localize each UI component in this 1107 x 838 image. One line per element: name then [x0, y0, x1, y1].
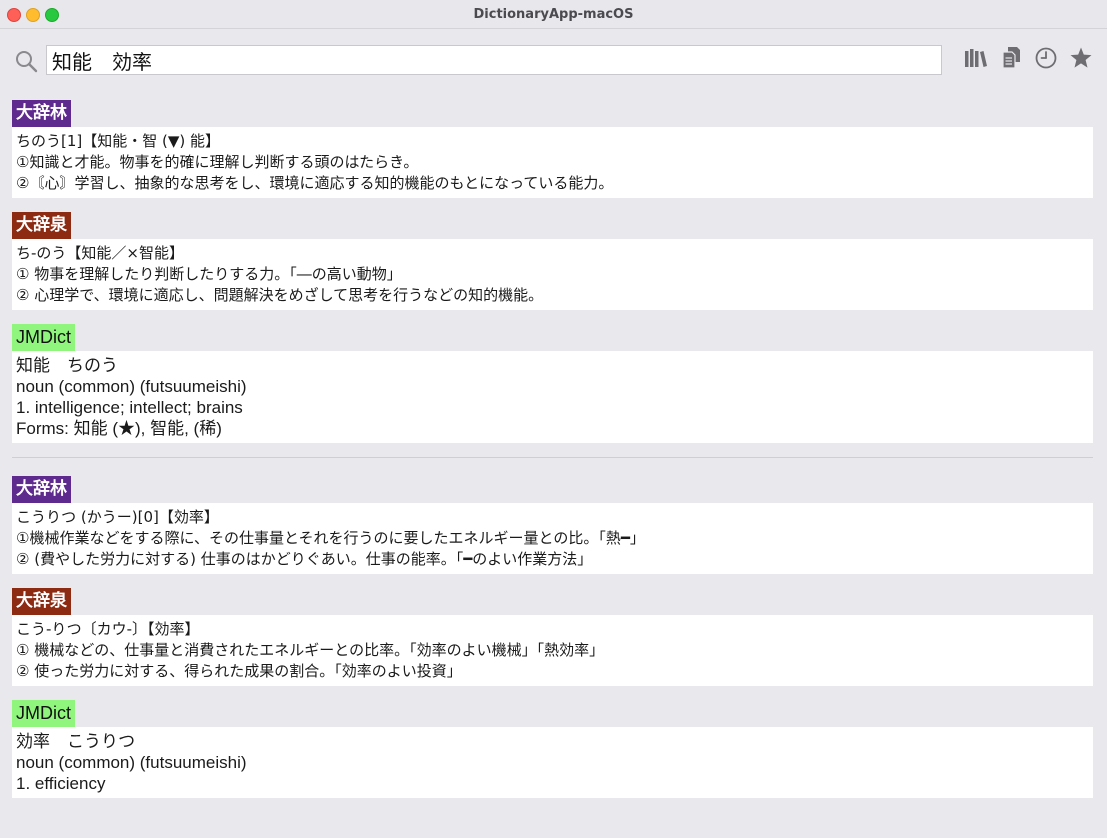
entry-definition: ②〘心〙学習し、抽象的な思考をし、環境に適応する知的機能のもとになっている能力。: [16, 174, 614, 192]
source-badge: 大辞林: [12, 476, 71, 503]
entry-definition: ①知識と才能。物事を的確に理解し判断する頭のはたらき。: [16, 153, 419, 171]
dictionary-entry: 大辞泉 こう-りつ〔カウ-〕【効率】 ① 機械などの、仕事量と消費されたエネルギ…: [12, 588, 1093, 686]
entry-headword: 効率 こうりつ: [16, 732, 136, 751]
copy-button[interactable]: [998, 47, 1023, 73]
entry-headword: 知能 ちのう: [16, 356, 118, 375]
entry-headword: こう-りつ〔カウ-〕【効率】: [16, 620, 200, 638]
entry-headword: ちのう[1]【知能・智 (▼) 能】: [16, 132, 221, 150]
dictionary-entry: JMDict 知能 ちのう noun (common) (futsuumeish…: [12, 324, 1093, 443]
search-bar: [12, 44, 1095, 78]
entry-part-of-speech: noun (common) (futsuumeishi): [16, 753, 247, 772]
entry-body: ち-のう【知能／×智能】 ① 物事を理解したり判断したりする力。「―の高い動物」…: [12, 239, 1093, 310]
favorites-button[interactable]: [1068, 47, 1093, 73]
entry-body: 知能 ちのう noun (common) (futsuumeishi) 1. i…: [12, 351, 1093, 443]
library-icon: [964, 47, 988, 73]
entry-definition: 1. intelligence; intellect; brains: [16, 398, 243, 417]
group-divider: [12, 457, 1093, 458]
dictionary-entry: 大辞林 ちのう[1]【知能・智 (▼) 能】 ①知識と才能。物事を的確に理解し判…: [12, 100, 1093, 198]
entry-definition: ② 使った労力に対する、得られた成果の割合。「効率のよい投資」: [16, 662, 462, 680]
entry-definition: ② (費やした労力に対する) 仕事のはかどりぐあい。仕事の能率。「━のよい作業方…: [16, 550, 593, 568]
results-list: 大辞林 ちのう[1]【知能・智 (▼) 能】 ①知識と才能。物事を的確に理解し判…: [12, 100, 1093, 812]
source-badge: JMDict: [12, 700, 75, 727]
entry-body: ちのう[1]【知能・智 (▼) 能】 ①知識と才能。物事を的確に理解し判断する頭…: [12, 127, 1093, 198]
search-icon: [14, 49, 38, 73]
entry-definition: ①機械作業などをする際に、その仕事量とそれを行うのに要したエネルギー量との比。「…: [16, 529, 645, 547]
search-input[interactable]: [46, 45, 942, 75]
source-badge: JMDict: [12, 324, 75, 351]
window-title: DictionaryApp-macOS: [473, 7, 634, 22]
entry-definition: ① 物事を理解したり判断したりする力。「―の高い動物」: [16, 265, 402, 283]
entry-definition: 1. efficiency: [16, 774, 106, 793]
history-button[interactable]: [1033, 47, 1058, 73]
source-badge: 大辞泉: [12, 588, 71, 615]
entry-body: こう-りつ〔カウ-〕【効率】 ① 機械などの、仕事量と消費されたエネルギーとの比…: [12, 615, 1093, 686]
library-button[interactable]: [963, 47, 988, 73]
entry-body: 効率 こうりつ noun (common) (futsuumeishi) 1. …: [12, 727, 1093, 798]
dictionary-entry: 大辞泉 ち-のう【知能／×智能】 ① 物事を理解したり判断したりする力。「―の高…: [12, 212, 1093, 310]
source-badge: 大辞林: [12, 100, 71, 127]
entry-definition: ② 心理学で、環境に適応し、問題解決をめざして思考を行うなどの知的機能。: [16, 286, 544, 304]
entry-headword: ち-のう【知能／×智能】: [16, 244, 184, 262]
toolbar: [963, 47, 1093, 75]
entry-body: こうりつ (かうー)[0]【効率】 ①機械作業などをする際に、その仕事量とそれを…: [12, 503, 1093, 574]
entry-forms: Forms: 知能 (★), 智能, (稀): [16, 419, 222, 438]
entry-part-of-speech: noun (common) (futsuumeishi): [16, 377, 247, 396]
app-window: DictionaryApp-macOS 知能 効率 大辞林 ちのう[1]【知能・…: [0, 0, 1107, 838]
history-icon: [1034, 46, 1058, 74]
entry-headword: こうりつ (かうー)[0]【効率】: [16, 508, 219, 526]
source-badge: 大辞泉: [12, 212, 71, 239]
dictionary-entry: 大辞林 こうりつ (かうー)[0]【効率】 ①機械作業などをする際に、その仕事量…: [12, 476, 1093, 574]
entry-definition: ① 機械などの、仕事量と消費されたエネルギーとの比率。「効率のよい機械」「熱効率…: [16, 641, 605, 659]
dictionary-entry: JMDict 効率 こうりつ noun (common) (futsuumeis…: [12, 700, 1093, 798]
title-bar: DictionaryApp-macOS: [0, 0, 1107, 29]
favorite-star-icon: [1069, 46, 1093, 74]
copy-icon: [1001, 46, 1021, 74]
